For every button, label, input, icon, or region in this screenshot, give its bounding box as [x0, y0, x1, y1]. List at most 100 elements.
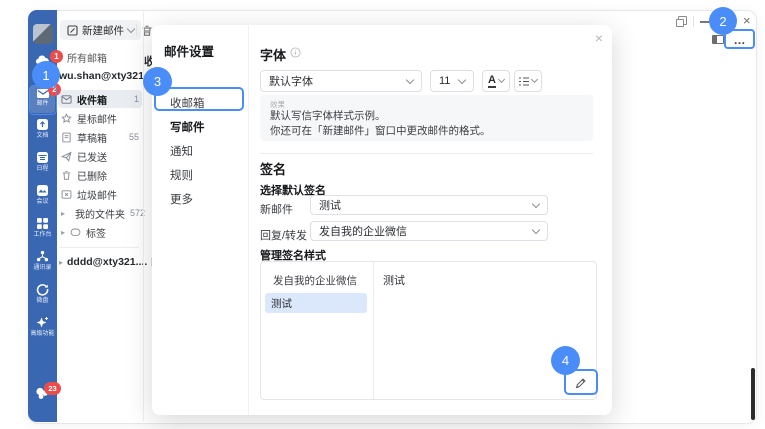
font-size-value: 11 — [439, 75, 450, 87]
account-secondary[interactable]: ▸ dddd@xty321.... 135 — [59, 256, 166, 268]
preview-line: 默认写信字体样式示例。 — [270, 109, 583, 124]
inbox-icon — [61, 94, 72, 105]
drive-icon — [36, 283, 49, 296]
folder-tags[interactable]: ▸ 标签 — [58, 223, 142, 241]
folder-divider — [59, 247, 139, 248]
popout-button[interactable] — [676, 16, 686, 26]
section-divider — [260, 153, 593, 154]
panel-divider — [373, 262, 374, 399]
signature-item-selected[interactable]: 测试 — [265, 293, 367, 313]
settings-tab-compose[interactable]: 写邮件 — [170, 119, 205, 135]
annotation-box-4 — [564, 369, 598, 395]
tag-icon — [70, 227, 81, 238]
folder-starred[interactable]: 星标邮件 — [58, 109, 142, 127]
sidebar-item-contacts[interactable]: 通讯录 — [28, 250, 57, 272]
star-icon — [61, 113, 72, 124]
workbench-icon — [36, 217, 49, 230]
folder-label: 收件箱 — [77, 92, 107, 107]
folder-junk[interactable]: 垃圾邮件 — [58, 185, 142, 203]
info-icon — [290, 47, 301, 58]
line-spacing-button[interactable] — [514, 70, 542, 92]
caret-right-icon: ▸ — [61, 228, 65, 237]
preview-line: 你还可在「新建邮件」窗口中更改邮件的格式。 — [270, 124, 583, 139]
chevron-down-icon — [127, 24, 135, 32]
folder-label: 标签 — [86, 225, 106, 240]
compose-label: 新建邮件 — [82, 23, 124, 38]
sidebar-item-label: 文档 — [29, 132, 56, 139]
reply-forward-signature-select[interactable]: 发自我的企业微信 — [310, 221, 548, 241]
settings-tab-rules[interactable]: 规则 — [170, 167, 193, 183]
sent-icon — [61, 151, 72, 162]
chevron-down-icon — [406, 75, 414, 83]
reading-pane-icon — [713, 36, 717, 43]
new-mail-label: 新邮件 — [260, 201, 293, 217]
folder-label: 草稿箱 — [77, 130, 107, 145]
meeting-icon — [36, 184, 49, 197]
reading-pane-button[interactable] — [712, 35, 724, 44]
signature-item-label: 发自我的企业微信 — [273, 273, 357, 288]
sidebar-item-advanced[interactable]: 高级功能 — [28, 316, 57, 338]
advanced-features-icon — [36, 316, 49, 329]
annotation-box-1 — [29, 85, 57, 115]
contacts-icon — [36, 250, 49, 263]
sidebar-item-docs[interactable]: 文档 — [28, 118, 57, 140]
folder-sent[interactable]: 已发送 — [58, 147, 142, 165]
settings-tab-more[interactable]: 更多 — [170, 191, 193, 207]
caret-right-icon: ▸ — [61, 209, 65, 218]
minimize-button[interactable] — [700, 21, 709, 23]
annotation-box-3 — [154, 87, 244, 111]
folder-label: 垃圾邮件 — [77, 187, 117, 202]
sidebar-item-meeting[interactable]: 会议 — [28, 184, 57, 206]
badge-count: 1 — [50, 50, 63, 63]
sidebar-item-workbench[interactable]: 工作台 — [28, 217, 57, 239]
sidebar-item-label: 微盘 — [29, 297, 56, 304]
panel-divider — [143, 11, 144, 421]
list-icon — [519, 77, 529, 86]
select-value: 测试 — [319, 197, 341, 213]
sidebar-item-label: 日程 — [29, 165, 56, 172]
folder-label: 星标邮件 — [77, 111, 117, 126]
sidebar-item-calendar[interactable]: 日程 — [28, 151, 57, 173]
account-label: dddd@xty321.... — [67, 256, 147, 268]
folder-group-label: 所有邮箱 — [67, 50, 107, 65]
signature-item[interactable]: 发自我的企业微信 — [267, 270, 363, 290]
font-family-select[interactable]: 默认字体 — [260, 70, 422, 92]
junk-icon — [61, 189, 72, 200]
caret-right-icon: ▸ — [59, 258, 63, 267]
folder-drafts[interactable]: 草稿箱 55 — [58, 128, 142, 146]
avatar[interactable] — [33, 24, 53, 44]
sidebar-item-label: 通讯录 — [29, 264, 56, 271]
new-mail-signature-select[interactable]: 测试 — [310, 195, 548, 215]
account-primary[interactable]: wu.shan@xty321.... — [59, 70, 156, 82]
chevron-down-icon — [498, 76, 505, 83]
sidebar-item-label: 高级功能 — [29, 330, 56, 337]
toolbar-divider — [136, 24, 137, 36]
folder-group-all[interactable]: ▾ 所有邮箱 — [59, 50, 107, 65]
close-button[interactable]: × — [743, 13, 751, 28]
folder-label: 已删除 — [77, 168, 107, 183]
reply-forward-label: 回复/转发 — [260, 227, 307, 243]
sidebar-item-drive[interactable]: 微盘 — [28, 283, 57, 305]
folder-my-folders[interactable]: ▸ 我的文件夹 572 — [58, 204, 142, 222]
folder-deleted[interactable]: 已删除 — [58, 166, 142, 184]
font-size-select[interactable]: 11 — [430, 70, 474, 92]
tab-label: 通知 — [170, 146, 193, 158]
settings-tab-notifications[interactable]: 通知 — [170, 143, 193, 159]
scrollbar[interactable] — [751, 368, 755, 420]
draft-icon — [61, 132, 72, 143]
font-color-button[interactable]: A — [482, 70, 510, 92]
compose-button[interactable]: 新建邮件 — [60, 20, 141, 40]
signature-manage-panel: 发自我的企业微信 测试 测试 — [260, 261, 597, 400]
account-label: wu.shan@xty321.... — [59, 70, 156, 82]
tab-label: 规则 — [170, 170, 193, 182]
docs-icon — [36, 118, 49, 131]
font-preview-box: 效果 默认写信字体样式示例。 你还可在「新建邮件」窗口中更改邮件的格式。 — [260, 95, 593, 141]
popout-icon — [676, 19, 684, 27]
dialog-title: 邮件设置 — [164, 41, 214, 60]
folder-inbox[interactable]: 收件箱 1 — [58, 90, 142, 108]
close-icon[interactable]: × — [595, 30, 603, 46]
compose-icon — [67, 25, 78, 36]
menu-divider — [248, 25, 249, 415]
chevron-down-icon — [532, 225, 540, 233]
chevron-down-icon — [458, 75, 466, 83]
